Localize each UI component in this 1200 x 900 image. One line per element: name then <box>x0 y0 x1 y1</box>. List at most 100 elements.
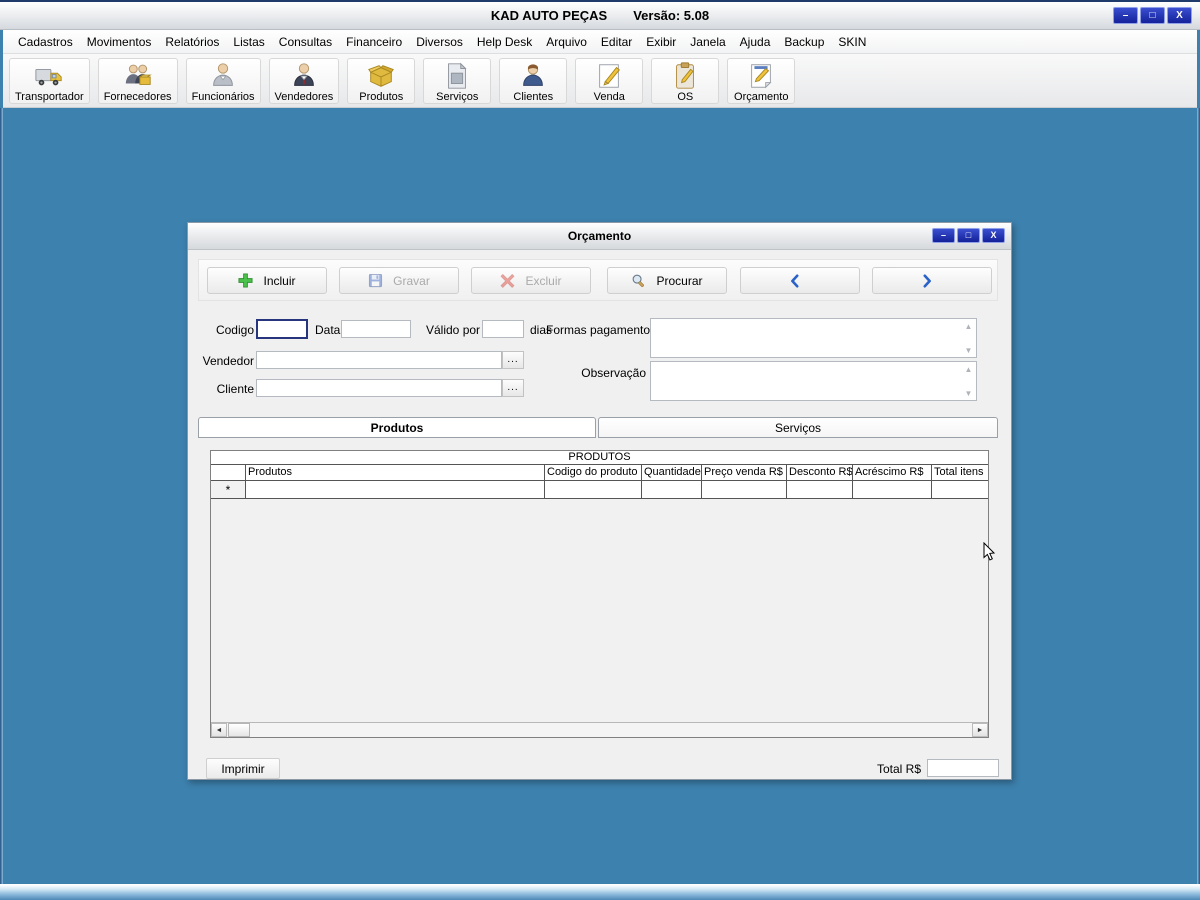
column-header-codigo[interactable]: Codigo do produto <box>545 465 642 481</box>
toolbar-button-servicos[interactable]: Serviços <box>423 57 492 104</box>
chevron-right-icon <box>920 273 934 288</box>
main-window-controls: – □ X <box>1113 7 1192 24</box>
tab-servicos[interactable]: Serviços <box>598 417 998 438</box>
valido-por-input[interactable] <box>482 320 524 338</box>
vendedor-input[interactable] <box>256 351 502 369</box>
procurar-button[interactable]: Procurar <box>607 267 727 294</box>
observacao-input[interactable]: ▲ ▼ <box>650 361 977 401</box>
window-bottom-border <box>0 884 1200 900</box>
menu-movimentos[interactable]: Movimentos <box>80 32 159 52</box>
menu-backup[interactable]: Backup <box>777 32 831 52</box>
toolbar-button-funcionarios[interactable]: Funcionários <box>185 57 261 104</box>
toolbar-button-orcamento[interactable]: Orçamento <box>727 57 796 104</box>
spin-down-icon[interactable]: ▼ <box>962 344 975 356</box>
toolbar-button-label: OS <box>677 90 694 103</box>
tab-produtos[interactable]: Produtos <box>198 417 596 438</box>
menu-financeiro[interactable]: Financeiro <box>339 32 409 52</box>
column-header-acrescimo[interactable]: Acréscimo R$ <box>853 465 932 481</box>
scroll-left-icon[interactable]: ◄ <box>211 723 227 737</box>
spin-up-icon[interactable]: ▲ <box>962 320 975 332</box>
gravar-button[interactable]: Gravar <box>339 267 459 294</box>
menu-bar: Cadastros Movimentos Relatórios Listas C… <box>3 30 1197 54</box>
menu-skin[interactable]: SKIN <box>831 32 873 52</box>
menu-cadastros[interactable]: Cadastros <box>11 32 80 52</box>
codigo-input[interactable] <box>256 319 308 339</box>
orcamento-titlebar[interactable]: Orçamento – □ X <box>188 223 1011 250</box>
incluir-label: Incluir <box>263 273 296 288</box>
scroll-right-icon[interactable]: ► <box>972 723 988 737</box>
menu-relatorios[interactable]: Relatórios <box>158 32 226 52</box>
salesperson-icon <box>289 61 319 91</box>
menu-editar[interactable]: Editar <box>594 32 639 52</box>
cliente-label: Cliente <box>216 382 254 396</box>
spin-down-icon[interactable]: ▼ <box>962 387 975 399</box>
toolbar-button-fornecedores[interactable]: Fornecedores <box>97 57 178 104</box>
toolbar-button-label: Transportador <box>15 90 84 103</box>
cliente-browse-button[interactable]: ... <box>502 379 524 397</box>
excluir-button[interactable]: Excluir <box>471 267 591 294</box>
cliente-input[interactable] <box>256 379 502 397</box>
column-header-selector[interactable] <box>211 465 246 481</box>
minimize-button[interactable]: – <box>1113 7 1138 24</box>
menu-arquivo[interactable]: Arquivo <box>539 32 594 52</box>
previous-record-button[interactable] <box>740 267 860 294</box>
toolbar-button-label: Fornecedores <box>103 90 172 103</box>
data-label: Data <box>315 323 341 337</box>
column-header-total-itens[interactable]: Total itens <box>932 465 988 481</box>
app-title: KAD AUTO PEÇAS <box>490 8 608 23</box>
close-button[interactable]: X <box>1167 7 1192 24</box>
menu-listas[interactable]: Listas <box>226 32 271 52</box>
toolbar-button-label: Produtos <box>359 90 404 103</box>
scrollbar-thumb[interactable] <box>228 723 250 737</box>
menu-diversos[interactable]: Diversos <box>409 32 470 52</box>
next-record-button[interactable] <box>872 267 992 294</box>
toolbar-button-produtos[interactable]: Produtos <box>347 57 416 104</box>
table-row[interactable]: * <box>211 481 988 499</box>
toolbar-button-os[interactable]: OS <box>651 57 720 104</box>
column-header-preco-venda[interactable]: Preço venda R$ <box>702 465 787 481</box>
app-version: Versão: 5.08 <box>633 8 710 23</box>
toolbar-button-clientes[interactable]: Clientes <box>499 57 568 104</box>
imprimir-button[interactable]: Imprimir <box>206 758 280 779</box>
dialog-minimize-button[interactable]: – <box>932 228 955 243</box>
action-panel: Incluir Gravar Excluir Procurar <box>198 259 998 301</box>
grid-horizontal-scrollbar[interactable]: ◄ ► <box>211 722 988 737</box>
toolbar-button-label: Orçamento <box>734 90 789 103</box>
employee-icon <box>208 61 238 91</box>
toolbar-button-label: Serviços <box>436 90 479 103</box>
cell-codigo[interactable] <box>545 481 642 499</box>
cell-quantidade[interactable] <box>642 481 702 499</box>
cell-acrescimo[interactable] <box>853 481 932 499</box>
formas-pagamento-input[interactable]: ▲ ▼ <box>650 318 977 358</box>
menu-janela[interactable]: Janela <box>683 32 732 52</box>
menu-ajuda[interactable]: Ajuda <box>733 32 778 52</box>
spin-up-icon[interactable]: ▲ <box>962 363 975 375</box>
column-header-desconto[interactable]: Desconto R$ <box>787 465 853 481</box>
delete-icon <box>500 273 515 288</box>
save-icon <box>368 273 383 288</box>
toolbar-button-vendedores[interactable]: Vendedores <box>268 57 340 104</box>
valido-por-label: Válido por <box>426 323 481 337</box>
toolbar-button-label: Vendedores <box>274 90 334 103</box>
menu-help-desk[interactable]: Help Desk <box>470 32 539 52</box>
vendedor-browse-button[interactable]: ... <box>502 351 524 369</box>
menu-exibir[interactable]: Exibir <box>639 32 683 52</box>
cell-preco-venda[interactable] <box>702 481 787 499</box>
app-window: KAD AUTO PEÇAS Versão: 5.08 – □ X Cadast… <box>0 0 1200 900</box>
cell-desconto[interactable] <box>787 481 853 499</box>
cell-total-itens[interactable] <box>932 481 988 499</box>
data-input[interactable] <box>341 320 411 338</box>
maximize-button[interactable]: □ <box>1140 7 1165 24</box>
incluir-button[interactable]: Incluir <box>207 267 327 294</box>
dialog-maximize-button[interactable]: □ <box>957 228 980 243</box>
cell-produtos[interactable] <box>246 481 545 499</box>
grid-header-row: Produtos Codigo do produto Quantidade Pr… <box>211 465 988 481</box>
total-input[interactable] <box>927 759 999 777</box>
produtos-grid: PRODUTOS Produtos Codigo do produto Quan… <box>210 450 989 738</box>
toolbar-button-venda[interactable]: Venda <box>575 57 644 104</box>
menu-consultas[interactable]: Consultas <box>272 32 339 52</box>
dialog-close-button[interactable]: X <box>982 228 1005 243</box>
column-header-quantidade[interactable]: Quantidade <box>642 465 702 481</box>
column-header-produtos[interactable]: Produtos <box>246 465 545 481</box>
toolbar-button-transportador[interactable]: Transportador <box>9 57 90 104</box>
